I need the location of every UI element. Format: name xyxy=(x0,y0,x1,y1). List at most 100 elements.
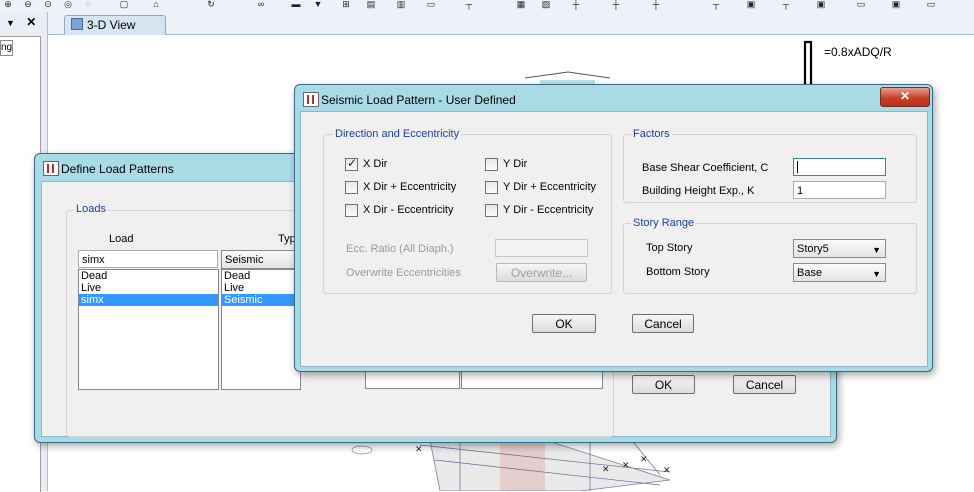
svg-text:✕: ✕ xyxy=(602,465,610,475)
text-cursor xyxy=(797,161,798,173)
factors-group-legend: Factors xyxy=(631,128,672,140)
x-dir-label: X Dir xyxy=(363,158,388,170)
toolbar-icon-e[interactable]: ▥ xyxy=(395,0,407,9)
snap-icon[interactable]: ∞ xyxy=(255,0,267,9)
height-exp-label: Building Height Exp., K xyxy=(642,185,755,197)
toolbar-icon-l[interactable]: ┼ xyxy=(650,0,662,9)
list-item[interactable]: Seismic xyxy=(222,294,300,306)
top-story-value: Story5 xyxy=(797,243,829,255)
y-dir-plus-checkbox[interactable] xyxy=(485,181,498,194)
y-dir-minus-label: Y Dir - Eccentricity xyxy=(503,204,594,216)
overwrite-ecc-label: Overwrite Eccentricities xyxy=(346,267,461,279)
toolbar-icon-c[interactable]: ⊞ xyxy=(340,0,352,9)
zoom-prev-icon[interactable]: ◎ xyxy=(62,0,74,9)
toolbar-icon-i[interactable]: ▧ xyxy=(540,0,552,9)
x-dir-checkbox[interactable]: ✓ xyxy=(345,156,358,171)
toolbar-icon-n[interactable]: ▣ xyxy=(745,0,757,9)
toolbar-icon-h[interactable]: ▦ xyxy=(515,0,527,9)
toolbar-icon-m[interactable]: ┬ xyxy=(710,0,722,9)
document-tabstrip xyxy=(48,12,974,35)
loads-group-legend: Loads xyxy=(74,203,108,215)
toolbar-icon-o[interactable]: ┬ xyxy=(780,0,792,9)
toolbar-icon-p[interactable]: ▣ xyxy=(815,0,827,9)
y-dir-checkbox[interactable] xyxy=(485,158,498,171)
ecc-ratio-input xyxy=(495,239,588,257)
toolbar-icon-k[interactable]: ┼ xyxy=(610,0,622,9)
load-type-value: Seismic xyxy=(225,254,264,266)
top-story-select[interactable]: Story5 ▼ xyxy=(793,239,886,258)
x-dir-minus-checkbox[interactable] xyxy=(345,204,358,217)
cancel-button[interactable]: Cancel xyxy=(632,314,694,333)
seismic-load-pattern-dialog: Seismic Load Pattern - User Defined ✕ Di… xyxy=(294,84,933,372)
chevron-down-icon: ▼ xyxy=(872,245,881,255)
bottom-story-select[interactable]: Base ▼ xyxy=(793,263,886,282)
svg-text:✕: ✕ xyxy=(415,445,423,455)
bottom-story-value: Base xyxy=(797,267,823,279)
check-mark-icon: ✓ xyxy=(347,156,358,170)
svg-text:✕: ✕ xyxy=(663,466,671,476)
y-dir-plus-label: Y Dir + Eccentricity xyxy=(503,181,597,193)
ok-button[interactable]: OK xyxy=(532,314,596,333)
top-story-label: Top Story xyxy=(646,242,693,254)
toolbar-icon-a[interactable]: ▬ xyxy=(290,0,302,9)
close-icon: ✕ xyxy=(899,89,911,103)
col-header-load: Load xyxy=(109,233,134,245)
zoom-window-icon[interactable]: ⊙ xyxy=(42,0,54,9)
list-item[interactable]: simx xyxy=(79,294,218,306)
list-item[interactable]: Dead xyxy=(79,270,218,282)
toolbar-icon-q[interactable]: ▭ xyxy=(855,0,867,9)
zoom-in-icon[interactable]: ⊕ xyxy=(2,0,14,9)
list-item[interactable]: Live xyxy=(222,282,300,294)
toolbar-icon-f[interactable]: ▭ xyxy=(425,0,437,9)
load-names-list[interactable]: Dead Live simx xyxy=(78,269,219,390)
x-dir-minus-label: X Dir - Eccentricity xyxy=(363,204,454,216)
base-shear-input[interactable] xyxy=(793,158,886,176)
toolbar-icon-d[interactable]: ▤ xyxy=(365,0,377,9)
load-type-select[interactable]: Seismic xyxy=(221,250,297,269)
toolbar-icon-r[interactable]: ▣ xyxy=(890,0,902,9)
base-shear-label: Base Shear Coefficient, C xyxy=(642,162,769,174)
overwrite-button: Overwrite... xyxy=(496,263,587,282)
etabs-app-icon xyxy=(303,92,319,107)
explorer-tab[interactable]: ng xyxy=(0,40,13,56)
list-item[interactable]: Live xyxy=(79,282,218,294)
y-dir-minus-checkbox[interactable] xyxy=(485,204,498,217)
ecc-ratio-label: Ecc. Ratio (All Diaph.) xyxy=(346,243,454,255)
toolbar-icon-g[interactable]: ┬ xyxy=(463,0,475,9)
tab-3d-view-label: 3-D View xyxy=(87,18,136,32)
zoom-out-icon[interactable]: ⊖ xyxy=(22,0,34,9)
x-dir-plus-checkbox[interactable] xyxy=(345,181,358,194)
view-3d-icon[interactable]: ⌂ xyxy=(150,0,162,9)
annotation-formula: =0.8xADQ/R xyxy=(824,45,892,59)
story-range-legend: Story Range xyxy=(631,217,697,229)
height-exp-input[interactable]: 1 xyxy=(793,181,886,199)
pan-icon[interactable]: ◌ xyxy=(82,0,94,9)
dialog-title: Define Load Patterns xyxy=(61,162,174,176)
close-button[interactable]: ✕ xyxy=(880,87,930,107)
x-dir-plus-label: X Dir + Eccentricity xyxy=(363,181,457,193)
close-icon[interactable]: ✕ xyxy=(26,15,36,29)
chevron-down-icon[interactable]: ▼ xyxy=(6,18,15,28)
select-icon[interactable]: ▢ xyxy=(118,0,130,9)
direction-group-legend: Direction and Eccentricity xyxy=(333,128,462,140)
list-item[interactable]: Dead xyxy=(222,270,300,282)
multiplier-list[interactable] xyxy=(365,369,460,389)
rotate-icon[interactable]: ↻ xyxy=(205,0,217,9)
cancel-button[interactable]: Cancel xyxy=(733,375,796,394)
ok-button[interactable]: OK xyxy=(632,375,695,394)
panel-controls: ▼ ✕ xyxy=(6,15,36,29)
toolbar-icon-b[interactable]: ▼ xyxy=(312,0,324,9)
dialog-body: Direction and Eccentricity ✓ X Dir X Dir… xyxy=(300,111,928,367)
toolbar-icon-s[interactable]: ▭ xyxy=(925,0,937,9)
toolbar-icon-j[interactable]: ┼ xyxy=(570,0,582,9)
load-types-list[interactable]: Dead Live Seismic xyxy=(221,269,301,390)
svg-text:✕: ✕ xyxy=(640,455,648,465)
dialog-title: Seismic Load Pattern - User Defined xyxy=(321,93,516,107)
tab-3d-view[interactable]: 3-D View xyxy=(64,15,166,35)
auto-lateral-list[interactable] xyxy=(461,369,603,389)
load-name-input[interactable]: simx xyxy=(78,250,218,268)
y-dir-label: Y Dir xyxy=(503,158,528,170)
view-icon xyxy=(71,18,83,30)
chevron-down-icon: ▼ xyxy=(872,269,881,279)
bottom-story-label: Bottom Story xyxy=(646,266,710,278)
